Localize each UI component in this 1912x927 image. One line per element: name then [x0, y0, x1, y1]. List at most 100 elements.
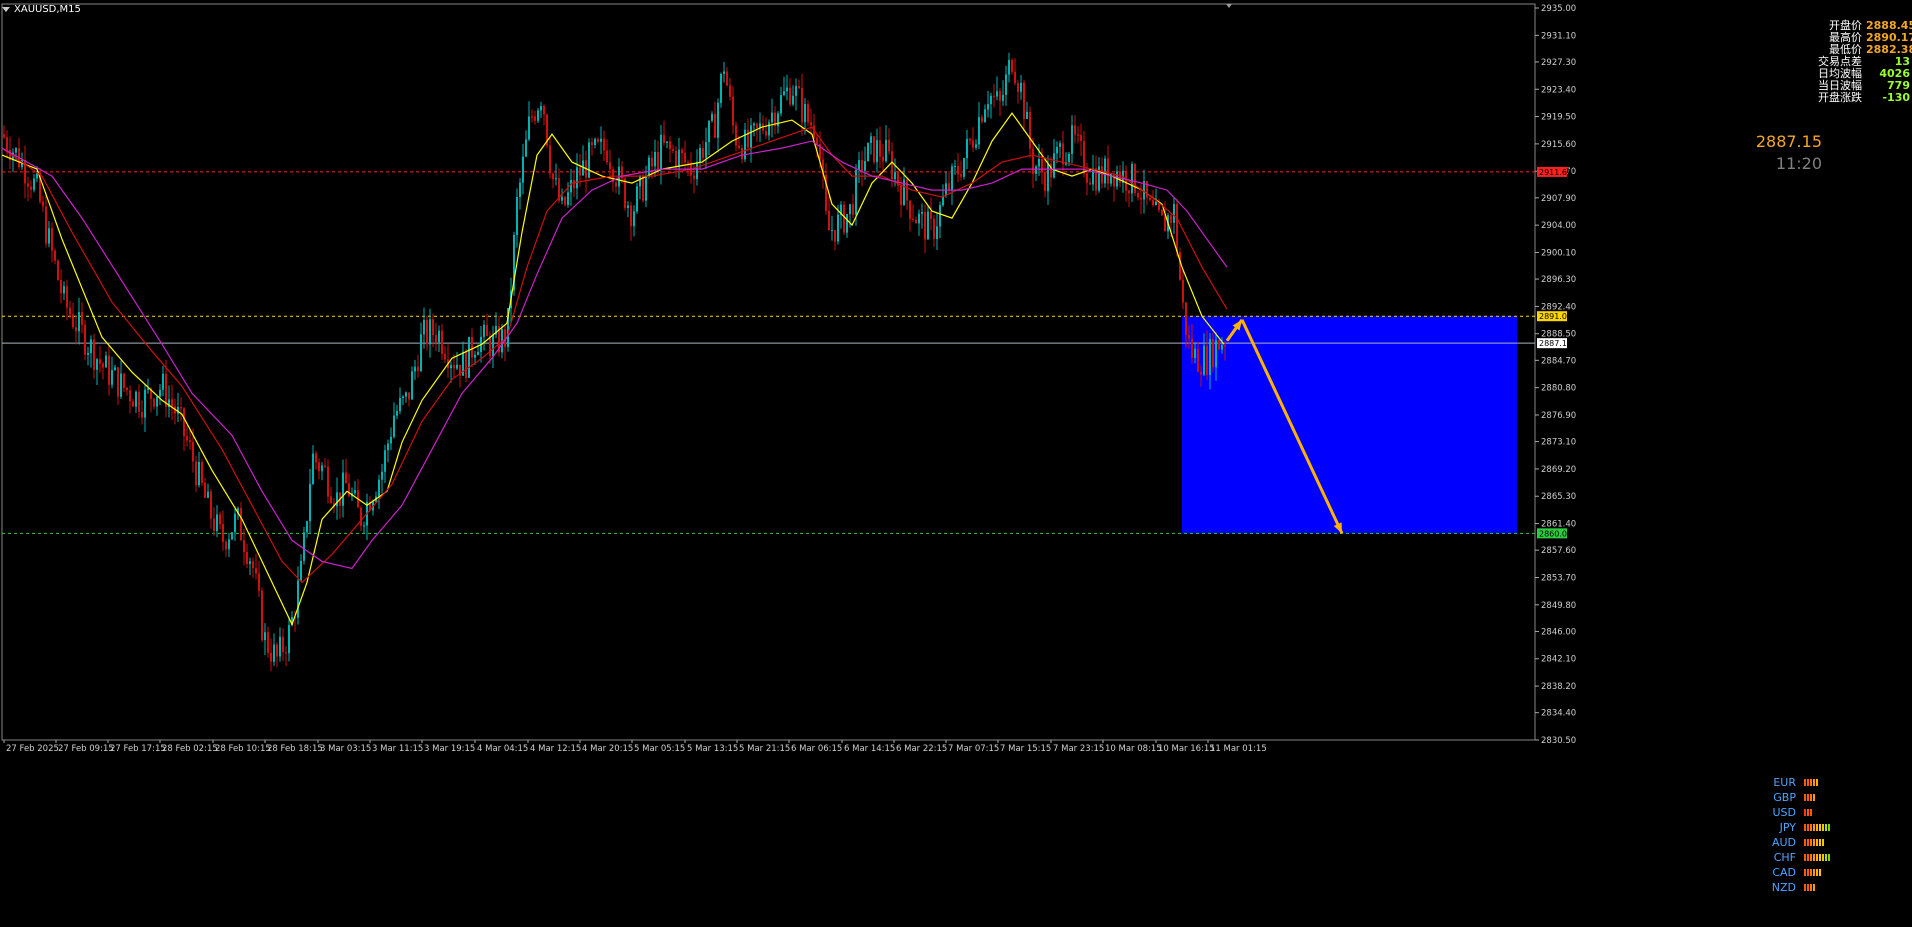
candle-body — [387, 443, 389, 451]
candle-body — [276, 644, 278, 657]
strength-bar — [1804, 839, 1806, 846]
y-tick-label: 2849.80 — [1541, 601, 1576, 611]
y-tick-label: 2865.30 — [1541, 492, 1576, 502]
candle-body — [663, 134, 665, 143]
candle-body — [87, 352, 89, 355]
candle-body — [81, 312, 83, 325]
candle-body — [315, 453, 317, 463]
candle-body — [957, 165, 959, 175]
candle-body — [1026, 111, 1028, 119]
candle-body — [681, 149, 683, 154]
candle-body — [63, 286, 65, 294]
strength-bar — [1810, 839, 1812, 846]
candle-body — [732, 96, 734, 126]
x-tick-label: 7 Mar 23:15 — [1053, 744, 1104, 754]
candle-body — [1107, 158, 1109, 184]
shift-marker-icon — [1226, 4, 1232, 8]
candle-body — [606, 150, 608, 163]
candle-body — [264, 632, 266, 641]
candle-body — [948, 183, 950, 191]
candle-body — [951, 166, 953, 191]
strength-bar — [1816, 779, 1818, 786]
candle-body — [210, 491, 212, 519]
candle-body — [78, 312, 80, 332]
strength-bar — [1804, 794, 1806, 801]
candle-body — [801, 88, 803, 123]
candle-body — [273, 644, 275, 662]
candle-body — [783, 91, 785, 95]
candle-body — [1161, 209, 1163, 216]
candle-body — [342, 472, 344, 506]
strength-bars — [1804, 809, 1812, 816]
strength-bar — [1813, 869, 1815, 876]
candle-body — [1140, 197, 1142, 200]
candle-body — [561, 196, 563, 201]
candle-body — [384, 450, 386, 472]
candle-body — [72, 314, 74, 328]
x-tick-label: 11 Mar 01:15 — [1210, 744, 1267, 754]
candle-body — [153, 398, 155, 407]
candle-body — [408, 392, 410, 400]
candle-body — [261, 590, 263, 641]
candle-body — [1182, 279, 1184, 303]
candle-body — [1017, 83, 1019, 92]
candle-body — [516, 196, 518, 235]
candle-body — [1014, 71, 1016, 84]
candle-body — [1005, 74, 1007, 95]
candle-body — [183, 408, 185, 436]
candle-body — [567, 192, 569, 205]
candle-body — [522, 156, 524, 183]
candle-body — [114, 367, 116, 371]
strength-bar — [1804, 824, 1806, 831]
currency-row: AUD — [1760, 835, 1830, 850]
candle-body — [213, 518, 215, 532]
candle-body — [651, 157, 653, 167]
strength-bar — [1822, 854, 1824, 861]
candle-body — [288, 625, 290, 654]
symbol-label[interactable]: XAUUSD,M15 — [2, 2, 81, 16]
candle-body — [702, 148, 704, 158]
candle-body — [348, 483, 350, 497]
candle-body — [1062, 143, 1064, 165]
candle-body — [441, 330, 443, 354]
candle-body — [852, 204, 854, 215]
candle-body — [765, 130, 767, 136]
candle-body — [978, 117, 980, 145]
x-tick-label: 10 Mar 16:15 — [1158, 744, 1215, 754]
candle-body — [1209, 338, 1211, 376]
price-tag-label: 2891.00 — [1539, 312, 1572, 321]
candle-body — [1128, 190, 1130, 194]
candle-body — [846, 214, 848, 233]
candle-body — [1215, 340, 1217, 368]
candle-body — [768, 122, 770, 136]
x-tick-label: 5 Mar 05:15 — [634, 744, 685, 754]
candle-body — [192, 441, 194, 462]
candle-body — [726, 71, 728, 86]
candle-body — [1044, 172, 1046, 192]
candle-body — [633, 211, 635, 227]
candle-body — [303, 532, 305, 561]
candle-body — [909, 200, 911, 219]
candle-body — [675, 150, 677, 168]
price-chart[interactable]: 2935.00 2931.10 2927.30 2923.40 2919.50 2915.… — [0, 0, 1912, 927]
candle-body — [729, 85, 731, 97]
x-tick-label: 5 Mar 21:15 — [739, 744, 790, 754]
candle-body — [402, 396, 404, 399]
candle-body — [51, 228, 53, 251]
candle-body — [1098, 166, 1100, 191]
info-label: 开盘涨跌 — [1818, 91, 1862, 104]
candle-body — [684, 153, 686, 163]
candle-body — [864, 161, 866, 171]
candle-body — [246, 552, 248, 564]
candle-body — [930, 211, 932, 219]
candle-body — [972, 140, 974, 148]
candle-body — [123, 373, 125, 388]
candle-body — [207, 491, 209, 498]
candle-body — [471, 337, 473, 358]
price-tag-label: 2911.60 — [1539, 168, 1572, 177]
candle-body — [837, 214, 839, 242]
strength-bar — [1828, 854, 1830, 861]
candle-body — [180, 407, 182, 409]
strength-bars — [1804, 794, 1815, 801]
currency-row: NZD — [1760, 880, 1830, 895]
